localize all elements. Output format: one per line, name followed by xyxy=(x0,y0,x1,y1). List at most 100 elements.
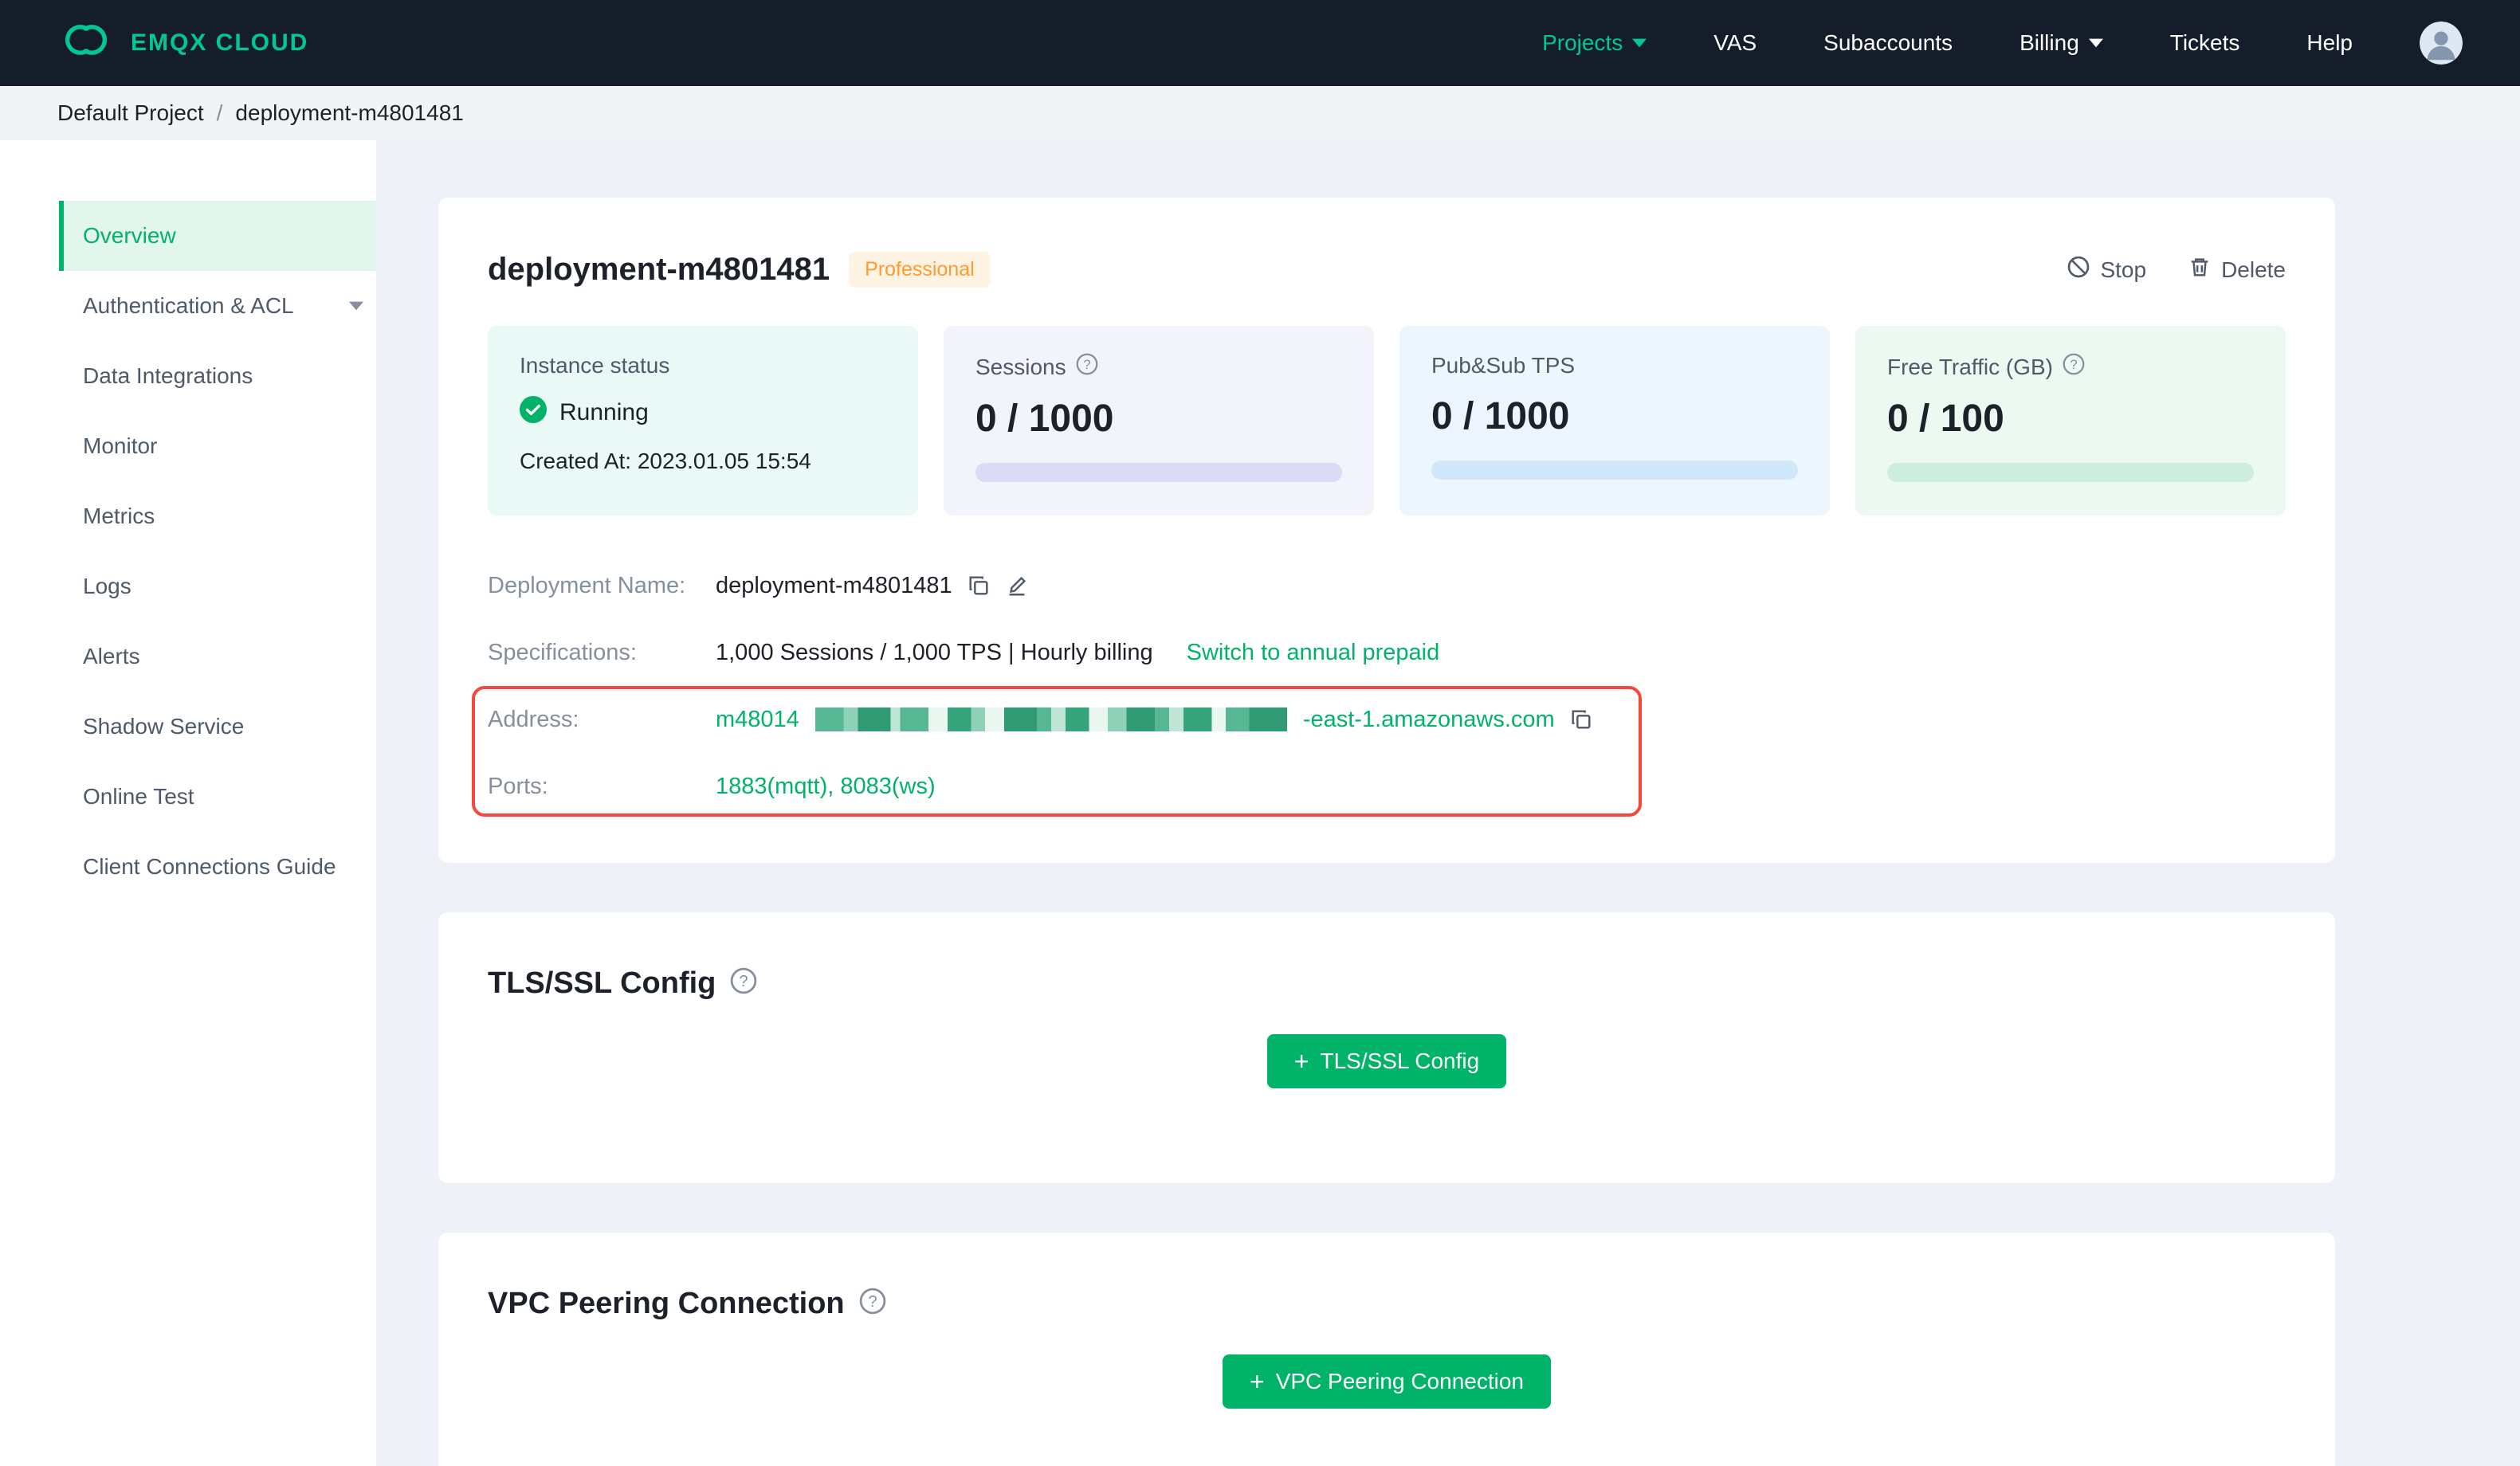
delete-button[interactable]: Delete xyxy=(2188,255,2286,284)
progress-bar xyxy=(975,463,1342,482)
switch-annual-prepaid-link[interactable]: Switch to annual prepaid xyxy=(1187,640,1440,666)
help-icon[interactable]: ? xyxy=(859,1288,886,1321)
stat-label: Free Traffic (GB) xyxy=(1887,354,2053,379)
sidebar-item-overview[interactable]: Overview xyxy=(59,201,376,271)
delete-label: Delete xyxy=(2221,257,2286,282)
trash-icon xyxy=(2188,255,2212,284)
stat-label: Instance status xyxy=(520,353,670,378)
nav-help-label: Help xyxy=(2306,30,2353,55)
nav-billing[interactable]: Billing xyxy=(2020,30,2103,56)
sidebar-item-authentication-acl[interactable]: Authentication & ACL xyxy=(59,271,376,341)
created-at-text: Created At: 2023.01.05 15:54 xyxy=(520,449,811,473)
add-vpc-peering-button[interactable]: + VPC Peering Connection xyxy=(1223,1354,1551,1409)
sidebar-item-client-connections-guide[interactable]: Client Connections Guide xyxy=(59,832,376,902)
tls-section-title: TLS/SSL Config xyxy=(488,966,716,1000)
address-prefix: m48014 xyxy=(716,706,799,732)
nav-vas-label: VAS xyxy=(1713,30,1757,55)
specifications-label: Specifications: xyxy=(488,639,637,665)
nav-tickets-label: Tickets xyxy=(2169,30,2240,55)
sidebar-item-label: Metrics xyxy=(83,504,155,528)
stat-card-instance-status: Instance status Running Created At: 2023… xyxy=(488,326,918,515)
sidebar-item-alerts[interactable]: Alerts xyxy=(59,621,376,692)
stop-icon xyxy=(2067,255,2090,284)
sidebar-item-label: Data Integrations xyxy=(83,363,253,388)
ports-value: 1883(mqtt), 8083(ws) xyxy=(716,773,936,799)
sidebar-item-label: Authentication & ACL xyxy=(83,293,294,318)
breadcrumb-separator: / xyxy=(216,100,223,125)
sidebar: Overview Authentication & ACL Data Integ… xyxy=(0,140,376,1466)
sidebar-item-label: Shadow Service xyxy=(83,714,245,739)
top-navbar: EMQX CLOUD Projects VAS Subaccounts Bill… xyxy=(0,0,2520,86)
breadcrumb-deployment: deployment-m4801481 xyxy=(235,100,464,125)
specifications-value: 1,000 Sessions / 1,000 TPS | Hourly bill… xyxy=(716,639,1153,665)
sidebar-item-label: Online Test xyxy=(83,784,194,809)
sidebar-item-logs[interactable]: Logs xyxy=(59,551,376,621)
stat-label: Pub&Sub TPS xyxy=(1431,353,1576,378)
nav-subaccounts-label: Subaccounts xyxy=(1823,30,1953,55)
vpc-peering-card: VPC Peering Connection ? + VPC Peering C… xyxy=(438,1233,2335,1466)
breadcrumb: Default Project / deployment-m4801481 xyxy=(0,86,2520,140)
stop-label: Stop xyxy=(2100,257,2147,282)
svg-text:?: ? xyxy=(868,1293,877,1311)
chevron-down-icon xyxy=(1632,38,1647,48)
instance-status-text: Running xyxy=(559,399,649,425)
breadcrumb-project[interactable]: Default Project xyxy=(57,100,204,126)
sidebar-item-label: Client Connections Guide xyxy=(83,854,336,879)
brand[interactable]: EMQX CLOUD xyxy=(57,22,308,64)
tls-ssl-config-card: TLS/SSL Config ? + TLS/SSL Config xyxy=(438,912,2335,1183)
sidebar-item-metrics[interactable]: Metrics xyxy=(59,481,376,551)
stop-button[interactable]: Stop xyxy=(2067,255,2146,284)
sidebar-item-shadow-service[interactable]: Shadow Service xyxy=(59,692,376,762)
stat-value: 0 / 1000 xyxy=(975,398,1114,440)
nav-projects-label: Projects xyxy=(1542,30,1623,55)
check-circle-icon xyxy=(520,396,547,429)
vpc-section-title: VPC Peering Connection xyxy=(488,1287,845,1320)
sidebar-item-online-test[interactable]: Online Test xyxy=(59,762,376,832)
button-label: VPC Peering Connection xyxy=(1275,1369,1524,1393)
nav-help[interactable]: Help xyxy=(2306,30,2353,56)
help-icon[interactable]: ? xyxy=(730,967,757,1001)
user-avatar[interactable] xyxy=(2420,22,2463,65)
help-icon[interactable]: ? xyxy=(1076,353,1098,381)
sidebar-item-label: Monitor xyxy=(83,433,158,458)
chevron-down-icon xyxy=(2088,38,2103,48)
navbar-menu: Projects VAS Subaccounts Billing Tickets… xyxy=(1542,22,2463,65)
stat-card-free-traffic: Free Traffic (GB) ? 0 / 100 xyxy=(1855,326,2286,515)
address-redacted-mosaic xyxy=(814,708,1287,731)
nav-projects[interactable]: Projects xyxy=(1542,30,1647,56)
deployment-details: Deployment Name: deployment-m4801481 Spe… xyxy=(472,570,2286,817)
address-suffix: -east-1.amazonaws.com xyxy=(1302,706,1555,732)
emqx-logo-icon xyxy=(57,22,115,64)
sidebar-item-label: Logs xyxy=(83,574,131,598)
deployment-title: deployment-m4801481 xyxy=(488,252,830,287)
button-label: TLS/SSL Config xyxy=(1320,1049,1480,1073)
progress-bar xyxy=(1431,461,1798,480)
sidebar-item-label: Alerts xyxy=(83,644,140,668)
stat-value: 0 / 1000 xyxy=(1431,395,1570,437)
ports-label: Ports: xyxy=(488,773,548,799)
svg-text:?: ? xyxy=(1083,357,1090,372)
copy-icon[interactable] xyxy=(967,574,991,598)
plan-badge: Professional xyxy=(849,252,991,288)
stat-card-pubsub-tps: Pub&Sub TPS 0 / 1000 xyxy=(1399,326,1830,515)
nav-tickets[interactable]: Tickets xyxy=(2170,30,2240,56)
add-tls-config-button[interactable]: + TLS/SSL Config xyxy=(1266,1034,1507,1088)
svg-text:?: ? xyxy=(740,973,748,990)
stat-value: 0 / 100 xyxy=(1887,398,2004,440)
chevron-down-icon xyxy=(349,301,363,311)
deployment-name-value: deployment-m4801481 xyxy=(716,572,952,598)
brand-name: EMQX CLOUD xyxy=(131,29,309,56)
deployment-overview-card: deployment-m4801481 Professional Stop De… xyxy=(438,198,2335,863)
nav-vas[interactable]: VAS xyxy=(1713,30,1757,56)
address-label: Address: xyxy=(488,706,579,732)
help-icon[interactable]: ? xyxy=(2063,353,2085,381)
copy-icon[interactable] xyxy=(1569,708,1593,731)
stat-label: Sessions xyxy=(975,354,1066,379)
plus-icon: + xyxy=(1250,1367,1265,1396)
main-content: deployment-m4801481 Professional Stop De… xyxy=(376,140,2520,1466)
edit-icon[interactable] xyxy=(1005,574,1029,598)
sidebar-item-monitor[interactable]: Monitor xyxy=(59,411,376,481)
svg-text:?: ? xyxy=(2070,357,2077,372)
sidebar-item-data-integrations[interactable]: Data Integrations xyxy=(59,341,376,411)
nav-subaccounts[interactable]: Subaccounts xyxy=(1823,30,1953,56)
